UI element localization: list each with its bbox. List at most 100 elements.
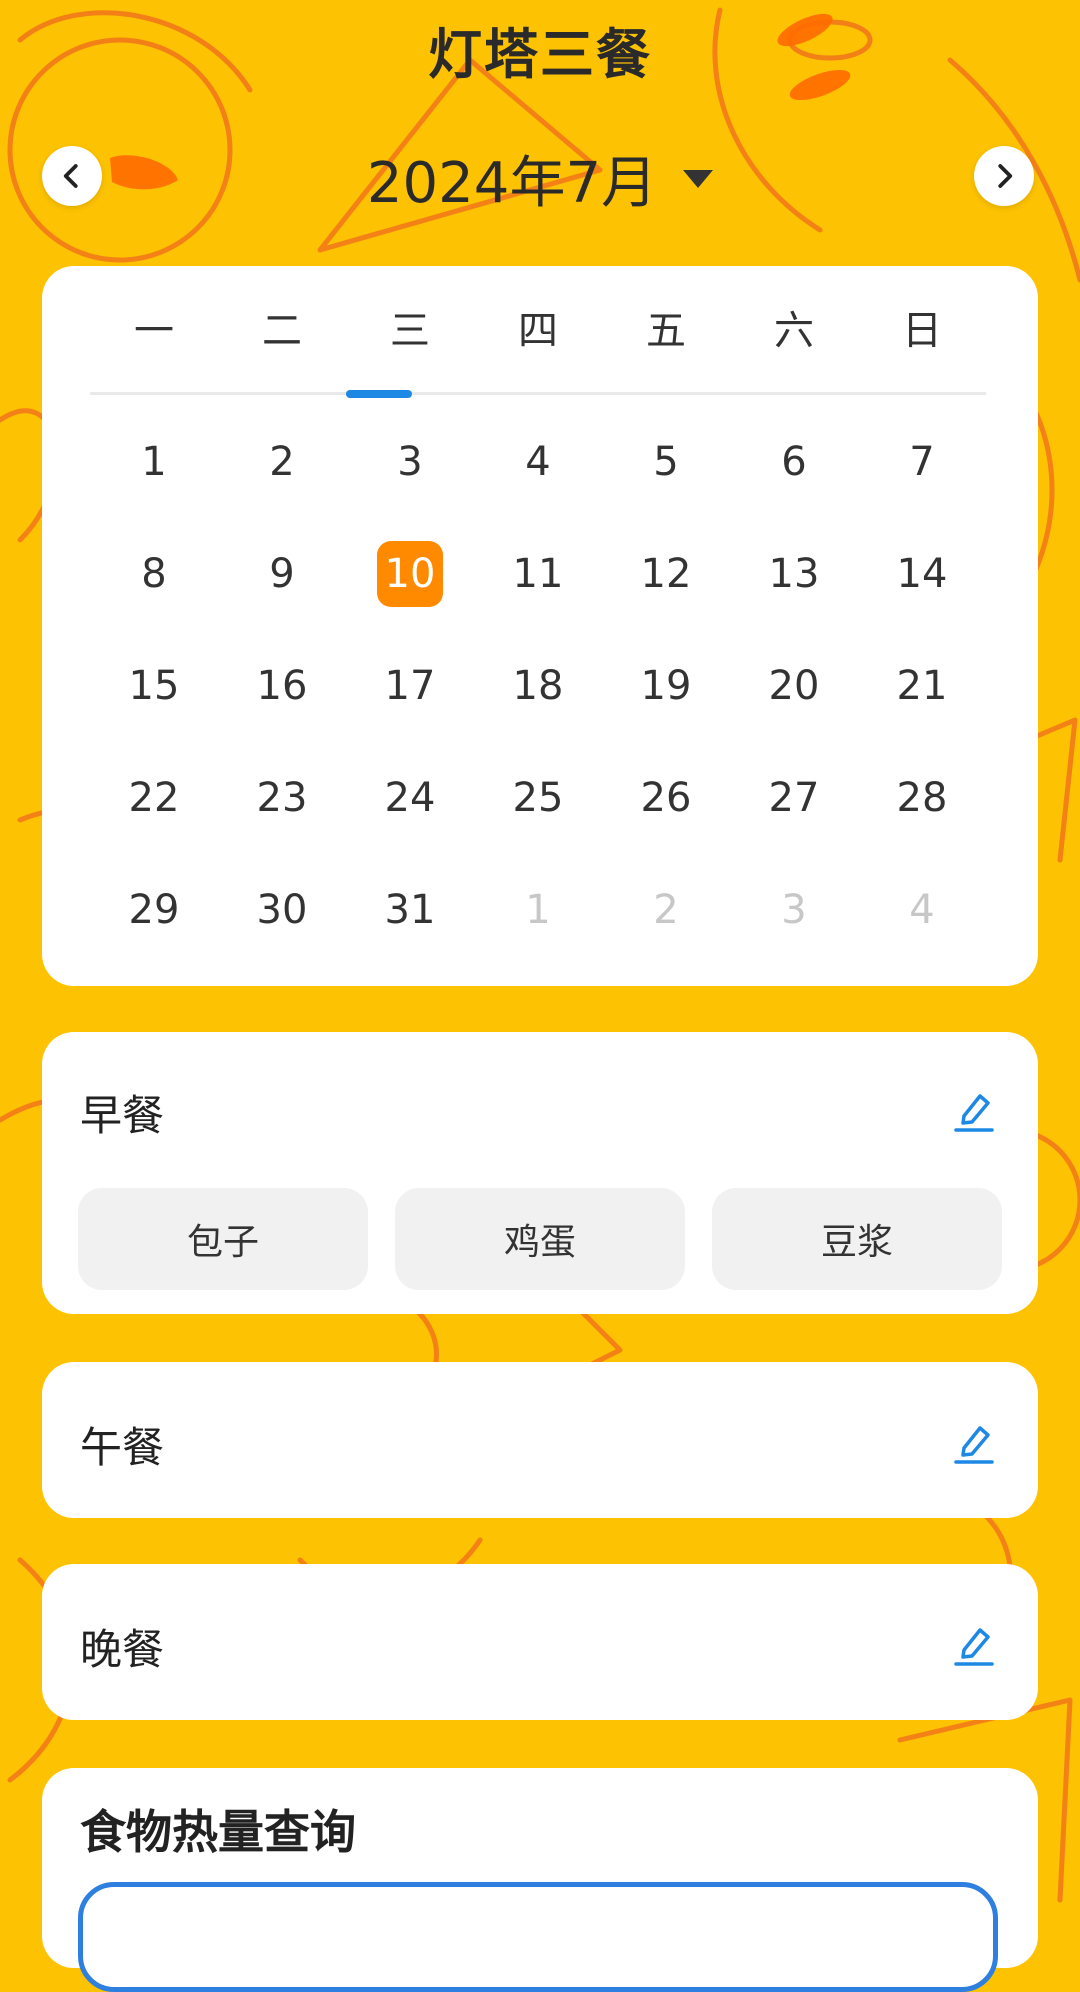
weekday-divider <box>90 392 986 395</box>
calendar-day-number: 3 <box>781 887 807 933</box>
calendar-day[interactable]: 11 <box>474 518 602 630</box>
lunch-title: 午餐 <box>80 1423 165 1472</box>
breakfast-title: 早餐 <box>80 1091 165 1140</box>
dinner-card: 晚餐 <box>42 1564 1038 1720</box>
calendar-day[interactable]: 7 <box>858 406 986 518</box>
calendar-day[interactable]: 22 <box>90 742 218 854</box>
calendar-day[interactable]: 4 <box>474 406 602 518</box>
calorie-lookup-title: 食物热量查询 <box>80 1805 356 1859</box>
dinner-title: 晚餐 <box>80 1625 165 1674</box>
calendar-day[interactable]: 8 <box>90 518 218 630</box>
calendar-day-number: 8 <box>141 551 167 597</box>
calendar-day[interactable]: 12 <box>602 518 730 630</box>
calendar-week-row: 29 30 31 1 2 3 4 <box>90 854 986 966</box>
weekday-label: 五 <box>646 308 686 354</box>
calendar-day-number: 4 <box>909 887 935 933</box>
calendar-day[interactable]: 26 <box>602 742 730 854</box>
calendar-day[interactable]: 18 <box>474 630 602 742</box>
calendar-day-number: 20 <box>768 663 820 709</box>
calendar-day-number: 25 <box>512 775 564 821</box>
calendar-day-number: 5 <box>653 439 679 485</box>
weekday-label: 六 <box>774 308 814 354</box>
calendar-day-number: 28 <box>896 775 948 821</box>
calendar-day[interactable]: 28 <box>858 742 986 854</box>
calendar-day-number: 21 <box>896 663 948 709</box>
calendar-day-number: 18 <box>512 663 564 709</box>
calendar-day-number: 30 <box>256 887 308 933</box>
calendar-day[interactable]: 6 <box>730 406 858 518</box>
month-label: 2024年7月 <box>366 151 658 216</box>
calendar-day[interactable]: 1 <box>90 406 218 518</box>
calendar-day-number: 29 <box>128 887 180 933</box>
chevron-right-icon <box>998 164 1013 188</box>
lunch-card: 午餐 <box>42 1362 1038 1518</box>
breakfast-items: 包子 鸡蛋 豆浆 <box>78 1188 1002 1290</box>
weekday-label: 一 <box>134 308 174 354</box>
calendar-day[interactable]: 19 <box>602 630 730 742</box>
calendar-day[interactable]: 25 <box>474 742 602 854</box>
calendar-grid: 1 2 3 4 5 6 7 8 9 10 11 12 13 14 15 16 17 18 19 20 21 22 23 24 2… <box>90 406 986 966</box>
calendar-day[interactable]: 3 <box>346 406 474 518</box>
calendar-day[interactable]: 14 <box>858 518 986 630</box>
weekday-label: 日 <box>902 308 942 354</box>
weekday-label: 四 <box>518 308 558 354</box>
calendar-day-number: 17 <box>384 663 436 709</box>
calendar-day[interactable]: 27 <box>730 742 858 854</box>
calendar-day-number: 4 <box>525 439 551 485</box>
weekday-label: 二 <box>262 308 302 354</box>
calendar-day-number: 9 <box>269 551 295 597</box>
meal-item-chip[interactable]: 豆浆 <box>712 1188 1002 1290</box>
meal-item-chip[interactable]: 包子 <box>78 1188 368 1290</box>
selected-weekday-indicator <box>346 390 412 398</box>
calendar-day-number: 2 <box>653 887 679 933</box>
calendar-card: 一 二 三 四 五 六 日 1 2 3 4 5 6 7 8 9 10 11 12 13 14 15 16 17 1… <box>42 266 1038 986</box>
calendar-day-number: 23 <box>256 775 308 821</box>
calendar-day[interactable]: 17 <box>346 630 474 742</box>
calendar-day[interactable]: 15 <box>90 630 218 742</box>
calendar-week-row: 8 9 10 11 12 13 14 <box>90 518 986 630</box>
calendar-day[interactable]: 13 <box>730 518 858 630</box>
calendar-day[interactable]: 16 <box>218 630 346 742</box>
calendar-day[interactable]: 3 <box>730 854 858 966</box>
calendar-day-number: 2 <box>269 439 295 485</box>
calendar-day-number: 14 <box>896 551 948 597</box>
calendar-day[interactable]: 29 <box>90 854 218 966</box>
calendar-day[interactable]: 1 <box>474 854 602 966</box>
calendar-day[interactable]: 4 <box>858 854 986 966</box>
calendar-day-number: 10 <box>377 541 443 607</box>
calendar-day[interactable]: 23 <box>218 742 346 854</box>
calendar-week-row: 15 16 17 18 19 20 21 <box>90 630 986 742</box>
calendar-day-today[interactable]: 10 <box>346 518 474 630</box>
pencil-edit-icon[interactable] <box>950 1418 998 1466</box>
calendar-day[interactable]: 2 <box>602 854 730 966</box>
calendar-day-number: 13 <box>768 551 820 597</box>
calendar-day-number: 16 <box>256 663 308 709</box>
calendar-day-number: 12 <box>640 551 692 597</box>
caret-down-icon <box>683 169 714 188</box>
calendar-day[interactable]: 30 <box>218 854 346 966</box>
calendar-day[interactable]: 9 <box>218 518 346 630</box>
calendar-day-number: 24 <box>384 775 436 821</box>
calendar-day-number: 11 <box>512 551 564 597</box>
calendar-day-number: 1 <box>141 439 167 485</box>
month-selector[interactable]: 2024年7月 <box>0 138 1080 219</box>
weekday-label: 三 <box>390 308 430 354</box>
calendar-day[interactable]: 20 <box>730 630 858 742</box>
calendar-day[interactable]: 24 <box>346 742 474 854</box>
calendar-day-number: 22 <box>128 775 180 821</box>
food-search-input[interactable] <box>78 1882 998 1992</box>
weekday-header: 一 二 三 四 五 六 日 <box>90 266 986 394</box>
breakfast-card: 早餐 包子 鸡蛋 豆浆 <box>42 1032 1038 1314</box>
pencil-edit-icon[interactable] <box>950 1086 998 1134</box>
calendar-day-number: 27 <box>768 775 820 821</box>
calendar-week-row: 22 23 24 25 26 27 28 <box>90 742 986 854</box>
calendar-day[interactable]: 5 <box>602 406 730 518</box>
calendar-day[interactable]: 21 <box>858 630 986 742</box>
calendar-day-number: 26 <box>640 775 692 821</box>
calorie-lookup-card: 食物热量查询 <box>42 1768 1038 1992</box>
pencil-edit-icon[interactable] <box>950 1620 998 1668</box>
calendar-day[interactable]: 31 <box>346 854 474 966</box>
next-month-button[interactable] <box>974 146 1034 206</box>
meal-item-chip[interactable]: 鸡蛋 <box>395 1188 685 1290</box>
calendar-day[interactable]: 2 <box>218 406 346 518</box>
